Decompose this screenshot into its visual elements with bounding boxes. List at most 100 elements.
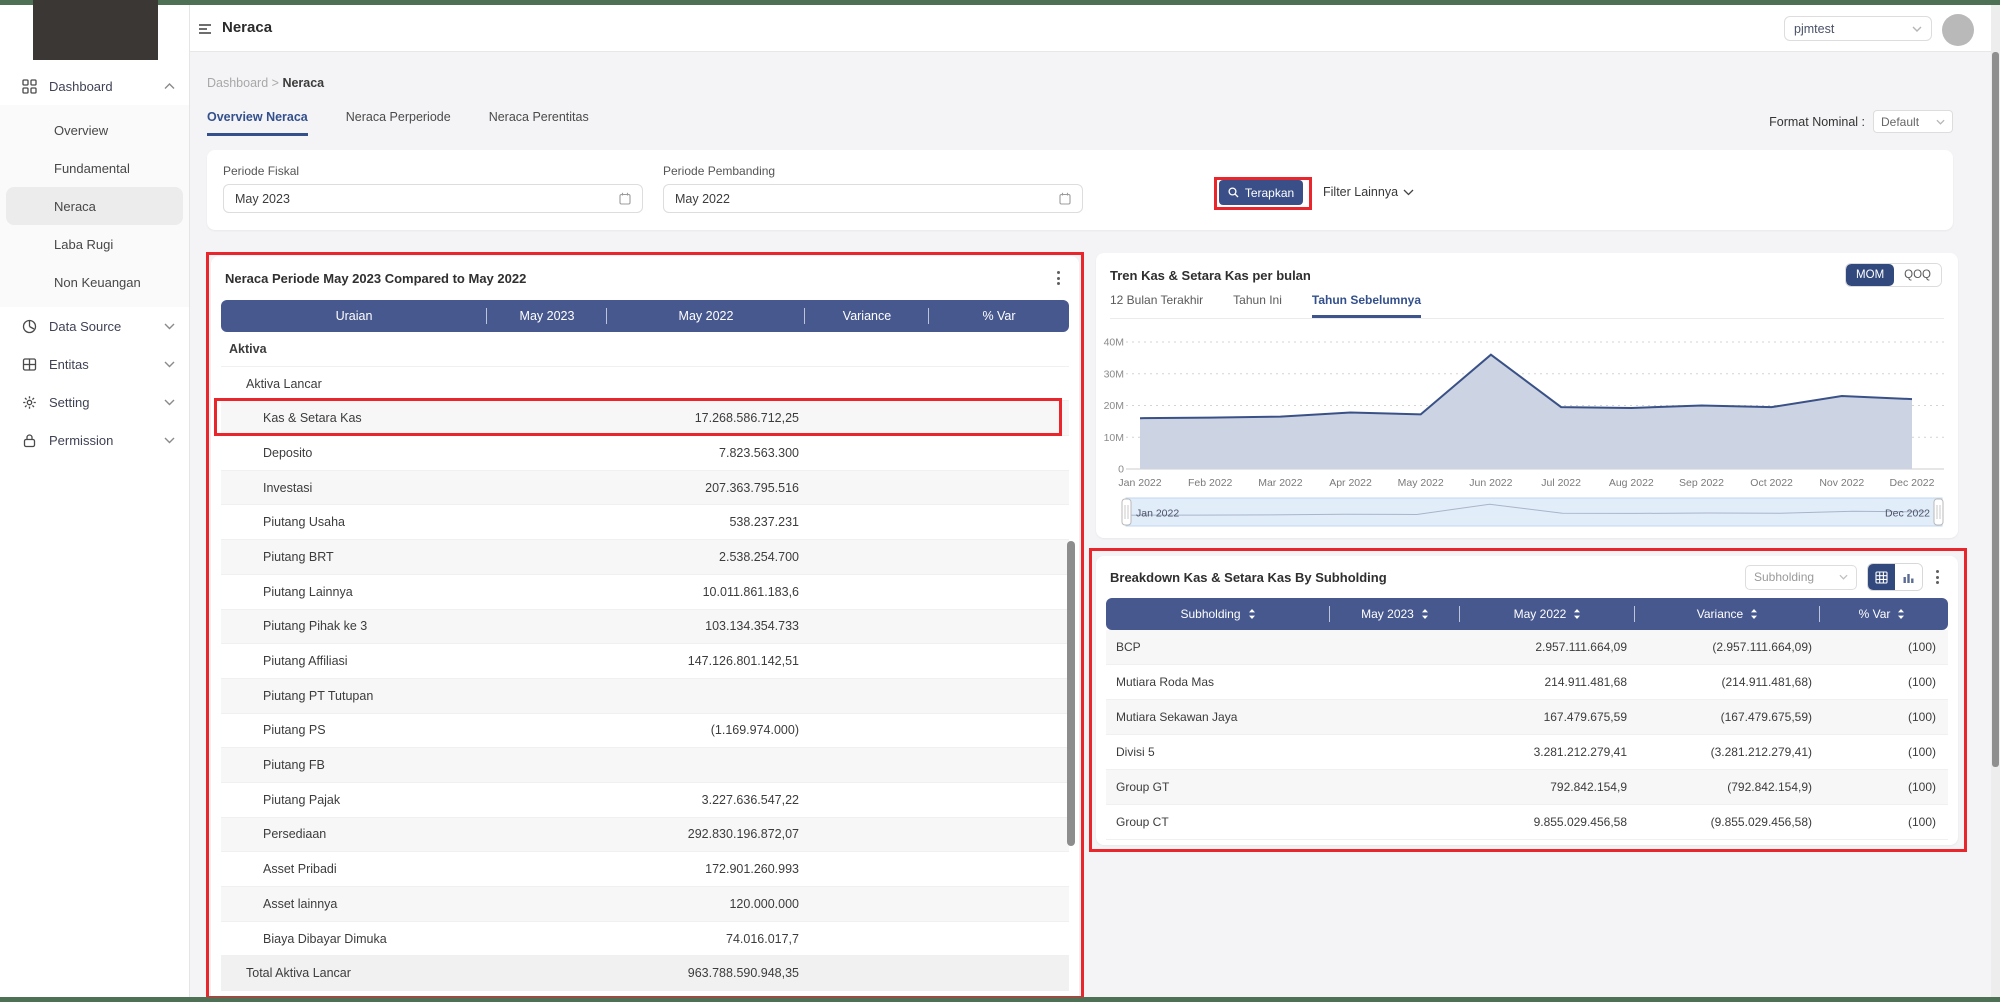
table-row[interactable]: Persediaan 292.830.196.872,07 — [221, 818, 1069, 853]
svg-text:Jan 2022: Jan 2022 — [1136, 508, 1179, 520]
tab-neraca-perentitas[interactable]: Neraca Perentitas — [489, 110, 589, 136]
neraca-table-card: Neraca Periode May 2023 Compared to May … — [211, 256, 1079, 997]
chart-tab-12-bulan-terakhir[interactable]: 12 Bulan Terakhir — [1110, 293, 1203, 318]
format-nominal: Format Nominal : Default — [1769, 110, 1953, 133]
app-screen: Dashboard OverviewFundamentalNeracaLaba … — [0, 0, 2000, 1002]
top-green-strip — [0, 0, 2000, 5]
periode-pembanding-input[interactable]: May 2022 — [663, 184, 1083, 213]
filter-card: Periode Fiskal May 2023 Periode Pembandi… — [207, 150, 1953, 230]
format-nominal-select[interactable]: Default — [1873, 110, 1953, 133]
sidebar-item-data-source[interactable]: Data Source — [0, 307, 189, 345]
trend-chart-tabs: 12 Bulan Terakhir Tahun Ini Tahun Sebelumn… — [1110, 293, 1944, 319]
table-icon — [22, 357, 37, 372]
workspace-select[interactable]: pjmtest — [1784, 16, 1932, 41]
svg-text:Aug 2022: Aug 2022 — [1609, 477, 1654, 489]
sidebar-item-permission[interactable]: Permission — [0, 421, 189, 459]
column-header-sortable[interactable]: Subholding — [1106, 598, 1330, 630]
kebab-menu-icon[interactable] — [1933, 567, 1942, 587]
table-row: Group GT 792.842.154,9 (792.842.154,9) (… — [1106, 770, 1948, 805]
breakdown-dimension-select[interactable]: Subholding — [1745, 565, 1857, 590]
chart-tab-tahun-ini[interactable]: Tahun Ini — [1233, 293, 1282, 318]
sidebar-item-dashboard[interactable]: Dashboard — [0, 67, 189, 105]
tab-overview-neraca[interactable]: Overview Neraca — [207, 110, 308, 136]
breadcrumb-current: Neraca — [282, 76, 324, 90]
svg-text:Jun 2022: Jun 2022 — [1469, 477, 1512, 489]
table-row[interactable]: Asset lainnya 120.000.000 — [221, 887, 1069, 922]
trend-area-chart: 010M20M30M40MJan 2022Feb 2022Mar 2022Apr… — [1096, 319, 1958, 537]
breadcrumb-separator: > — [272, 76, 279, 90]
column-header-sortable[interactable]: % Var — [1820, 598, 1944, 630]
sidebar-item-non-keuangan[interactable]: Non Keuangan — [6, 263, 183, 301]
sort-icon — [1421, 608, 1429, 620]
kebab-menu-icon[interactable] — [1054, 268, 1063, 288]
toggle-mom[interactable]: MOM — [1846, 264, 1894, 286]
svg-text:40M: 40M — [1104, 337, 1124, 349]
periode-fiskal-value: May 2023 — [235, 192, 290, 206]
topbar: Neraca pjmtest — [190, 5, 2000, 52]
sort-icon — [1750, 608, 1758, 620]
svg-text:Jul 2022: Jul 2022 — [1541, 477, 1581, 489]
table-row[interactable]: Piutang Pajak 3.227.636.547,22 — [221, 783, 1069, 818]
sidebar-item-entitas[interactable]: Entitas — [0, 345, 189, 383]
table-row[interactable]: Kas & Setara Kas 17.268.586.712,25 — [221, 401, 1069, 436]
column-header-sortable[interactable]: May 2022 — [1460, 598, 1635, 630]
table-row[interactable]: Total Aktiva Lancar 963.788.590.948,35 — [221, 956, 1069, 991]
table-row[interactable]: Deposito 7.823.563.300 — [221, 436, 1069, 471]
table-row[interactable]: Piutang FB — [221, 748, 1069, 783]
page-scrollbar[interactable] — [1991, 5, 2000, 997]
sidebar-item-laba-rugi[interactable]: Laba Rugi — [6, 225, 183, 263]
sidebar-item-overview[interactable]: Overview — [6, 111, 183, 149]
table-row[interactable]: Piutang Affiliasi 147.126.801.142,51 — [221, 644, 1069, 679]
table-row[interactable]: Piutang Lainnya 10.011.861.183,6 — [221, 575, 1069, 610]
table-row[interactable]: Aktiva Lancar — [221, 367, 1069, 402]
chevron-down-icon — [164, 361, 175, 368]
tab-neraca-perperiode[interactable]: Neraca Perperiode — [346, 110, 451, 136]
periode-pembanding-value: May 2022 — [675, 192, 730, 206]
chart-view-button[interactable] — [1895, 564, 1922, 590]
svg-text:Oct 2022: Oct 2022 — [1750, 477, 1793, 489]
menu-toggle-icon[interactable] — [198, 23, 214, 37]
table-view-button[interactable] — [1868, 564, 1895, 590]
table-row[interactable]: Piutang BRT 2.538.254.700 — [221, 540, 1069, 575]
table-row[interactable]: Asset Pribadi 172.901.260.993 — [221, 852, 1069, 887]
apply-button[interactable]: Terapkan — [1219, 180, 1303, 205]
calendar-icon — [1059, 192, 1071, 205]
sidebar-item-neraca[interactable]: Neraca — [6, 187, 183, 225]
table-row: Group CT 9.855.029.456,58 (9.855.029.456… — [1106, 805, 1948, 840]
column-header: May 2022 — [607, 300, 805, 332]
periode-fiskal-input[interactable]: May 2023 — [223, 184, 643, 213]
column-header: Variance — [805, 300, 929, 332]
toggle-qoq[interactable]: QOQ — [1894, 264, 1941, 286]
chart-tab-tahun-sebelumnya[interactable]: Tahun Sebelumnya — [1312, 293, 1421, 318]
sidebar: Dashboard OverviewFundamentalNeracaLaba … — [0, 5, 190, 997]
column-header-sortable[interactable]: May 2023 — [1330, 598, 1460, 630]
sidebar-item-fundamental[interactable]: Fundamental — [6, 149, 183, 187]
svg-text:May 2022: May 2022 — [1398, 477, 1444, 489]
table-row[interactable]: Piutang Usaha 538.237.231 — [221, 505, 1069, 540]
breakdown-card: Breakdown Kas & Setara Kas By Subholding… — [1096, 556, 1958, 845]
table-row: Mutiara Roda Mas 214.911.481,68 (214.911… — [1106, 665, 1948, 700]
chevron-down-icon — [1912, 26, 1922, 32]
svg-text:Sep 2022: Sep 2022 — [1679, 477, 1724, 489]
page-scrollbar-thumb[interactable] — [1992, 52, 1999, 767]
table-row[interactable]: Piutang PT Tutupan — [221, 679, 1069, 714]
grid-icon — [22, 79, 37, 94]
gear-icon — [22, 395, 37, 410]
svg-text:10M: 10M — [1104, 432, 1124, 444]
table-row[interactable]: Piutang Pihak ke 3 103.134.354.733 — [221, 610, 1069, 645]
table-row[interactable]: Piutang PS (1.169.974.000) — [221, 714, 1069, 749]
svg-text:Feb 2022: Feb 2022 — [1188, 477, 1233, 489]
table-scrollbar[interactable] — [1067, 541, 1075, 846]
column-header-sortable[interactable]: Variance — [1635, 598, 1820, 630]
more-filters-toggle[interactable]: Filter Lainnya — [1323, 185, 1414, 199]
sidebar-item-setting[interactable]: Setting — [0, 383, 189, 421]
calendar-icon — [619, 192, 631, 205]
breadcrumb-parent[interactable]: Dashboard — [207, 76, 268, 90]
breakdown-table: SubholdingMay 2023May 2022Variance% Var … — [1106, 598, 1948, 840]
chevron-down-icon — [164, 323, 175, 330]
avatar[interactable] — [1942, 14, 1974, 46]
table-row[interactable]: Aktiva — [221, 332, 1069, 367]
svg-text:20M: 20M — [1104, 400, 1124, 412]
table-row[interactable]: Biaya Dibayar Dimuka 74.016.017,7 — [221, 922, 1069, 957]
table-row[interactable]: Investasi 207.363.795.516 — [221, 471, 1069, 506]
